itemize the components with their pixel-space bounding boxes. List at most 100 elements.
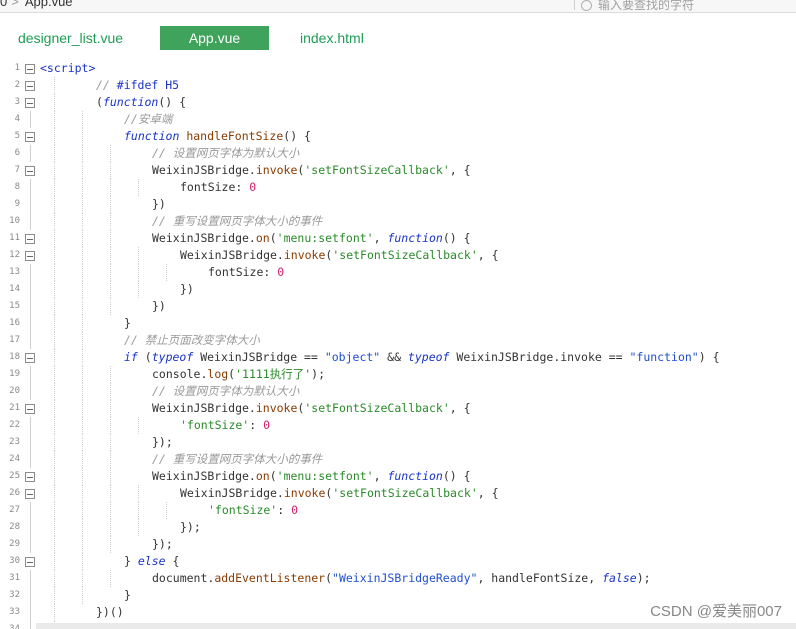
code-line[interactable]: 22 'fontSize': 0 <box>0 417 796 434</box>
fold-toggle-icon[interactable] <box>25 234 35 244</box>
fold-toggle-icon[interactable] <box>25 81 35 91</box>
fold-toggle-icon[interactable] <box>25 98 35 108</box>
line-number: 34 <box>9 624 20 629</box>
code-line[interactable]: 18 if (typeof WeixinJSBridge == "object" … <box>0 349 796 366</box>
fold-toggle-icon[interactable] <box>25 132 35 142</box>
code-token: // 设置网页字体为默认大小 <box>152 146 300 160</box>
indent-guide <box>110 264 111 281</box>
code-token: "object" <box>324 350 381 364</box>
code-line[interactable]: 2 // #ifdef H5 <box>0 77 796 94</box>
code-line[interactable]: 17 // 禁止页面改变字体大小 <box>0 332 796 349</box>
code-line[interactable]: 1 <script> <box>0 60 796 77</box>
code-line[interactable]: 31 document.addEventListener("WeixinJSBri… <box>0 570 796 587</box>
fold-toggle-icon[interactable] <box>25 489 35 499</box>
code-text: } <box>124 316 131 331</box>
breadcrumb-file[interactable]: App.vue <box>25 0 73 9</box>
fold-toggle-icon[interactable] <box>25 353 35 363</box>
code-line[interactable]: 7 WeixinJSBridge.invoke('setFontSizeCallb… <box>0 162 796 179</box>
code-text: WeixinJSBridge.invoke('setFontSizeCallba… <box>152 401 471 416</box>
code-token: WeixinJSBridge == <box>193 350 325 364</box>
code-token: on <box>255 231 270 245</box>
code-token: // 禁止页面改变字体大小 <box>124 333 260 347</box>
indent-guide <box>54 247 55 264</box>
indent-guide <box>54 179 55 196</box>
search-input[interactable]: 输入要查找的字符 <box>598 0 694 12</box>
code-line[interactable]: 29}); <box>0 536 796 553</box>
fold-toggle-icon[interactable] <box>25 404 35 414</box>
code-line[interactable]: 4 //安卓端 <box>0 111 796 128</box>
code-line[interactable]: 3 (function() { <box>0 94 796 111</box>
indent-guide <box>82 468 83 485</box>
code-line[interactable]: 6 // 设置网页字体为默认大小 <box>0 145 796 162</box>
indent-guide <box>138 417 139 434</box>
indent-guide <box>54 366 55 383</box>
code-line[interactable]: 14}) <box>0 281 796 298</box>
code-line[interactable]: 12 WeixinJSBridge.invoke('setFontSizeCall… <box>0 247 796 264</box>
line-number: 33 <box>9 607 20 617</box>
line-number: 24 <box>9 454 20 464</box>
indent-guide <box>82 451 83 468</box>
fold-guide <box>30 604 31 621</box>
indent-guide <box>54 145 55 162</box>
code-token: WeixinJSBridge. <box>152 163 256 177</box>
indent-guide <box>82 315 83 332</box>
fold-guide <box>30 196 31 213</box>
code-text: WeixinJSBridge.invoke('setFontSizeCallba… <box>180 248 499 263</box>
tab-app-vue[interactable]: App.vue <box>160 26 269 50</box>
line-number: 2 <box>14 80 20 90</box>
fold-toggle-icon[interactable] <box>25 472 35 482</box>
tab-index-html[interactable]: index.html <box>300 26 364 50</box>
line-number: 13 <box>9 267 20 277</box>
indent-guide <box>82 536 83 553</box>
code-line[interactable]: 10 // 重写设置网页字体大小的事件 <box>0 213 796 230</box>
code-line[interactable]: 11 WeixinJSBridge.on('menu:setfont', func… <box>0 230 796 247</box>
code-line[interactable]: 23}); <box>0 434 796 451</box>
code-line[interactable]: 21 WeixinJSBridge.invoke('setFontSizeCall… <box>0 400 796 417</box>
code-token: 0 <box>249 180 257 194</box>
code-line[interactable]: 15}) <box>0 298 796 315</box>
code-line[interactable]: 8 fontSize: 0 <box>0 179 796 196</box>
code-text: }) <box>152 299 166 314</box>
code-token: 'fontSize' <box>208 503 278 517</box>
code-line[interactable]: 30} else { <box>0 553 796 570</box>
code-editor[interactable]: 1 <script> 2// #ifdef H5 3 (function() {4//安… <box>0 60 796 629</box>
code-line[interactable]: 9}) <box>0 196 796 213</box>
code-line[interactable]: 26 WeixinJSBridge.invoke('setFontSizeCall… <box>0 485 796 502</box>
indent-guide <box>82 128 83 145</box>
code-text: function handleFontSize() { <box>124 129 311 144</box>
fold-toggle-icon[interactable] <box>25 166 35 176</box>
code-token: ( <box>269 469 277 483</box>
code-token: () { <box>442 231 471 245</box>
code-line[interactable]: 24 // 重写设置网页字体大小的事件 <box>0 451 796 468</box>
code-line[interactable]: 28}); <box>0 519 796 536</box>
indent-guide <box>54 196 55 213</box>
code-token: 'setFontSizeCallback' <box>332 486 478 500</box>
line-number: 25 <box>9 471 20 481</box>
fold-toggle-icon[interactable] <box>25 557 35 567</box>
code-line[interactable]: 27 'fontSize': 0 <box>0 502 796 519</box>
indent-guide <box>82 281 83 298</box>
indent-guide <box>110 485 111 502</box>
code-token: 'setFontSizeCallback' <box>304 401 450 415</box>
code-token: ( <box>96 95 103 109</box>
search-box[interactable]: 输入要查找的字符 <box>574 0 785 12</box>
code-line[interactable]: 16} <box>0 315 796 332</box>
indent-guide <box>54 298 55 315</box>
code-line[interactable]: 13 fontSize: 0 <box>0 264 796 281</box>
line-number: 23 <box>9 437 20 447</box>
indent-guide <box>138 264 139 281</box>
tab-designer-list-vue[interactable]: designer_list.vue <box>18 26 123 50</box>
code-line[interactable]: 20 // 设置网页字体为默认大小 <box>0 383 796 400</box>
code-token: () { <box>442 469 471 483</box>
indent-guide <box>110 230 111 247</box>
indent-guide <box>110 400 111 417</box>
code-line[interactable]: 5 function handleFontSize() { <box>0 128 796 145</box>
indent-guide <box>82 587 83 604</box>
indent-guide <box>82 111 83 128</box>
fold-toggle-icon[interactable] <box>25 64 35 74</box>
code-token: if <box>124 350 138 364</box>
code-line[interactable]: 19 console.log('1111执行了'); <box>0 366 796 383</box>
breadcrumb-prev[interactable]: 0 <box>0 0 7 9</box>
fold-toggle-icon[interactable] <box>25 251 35 261</box>
code-line[interactable]: 25 WeixinJSBridge.on('menu:setfont', func… <box>0 468 796 485</box>
